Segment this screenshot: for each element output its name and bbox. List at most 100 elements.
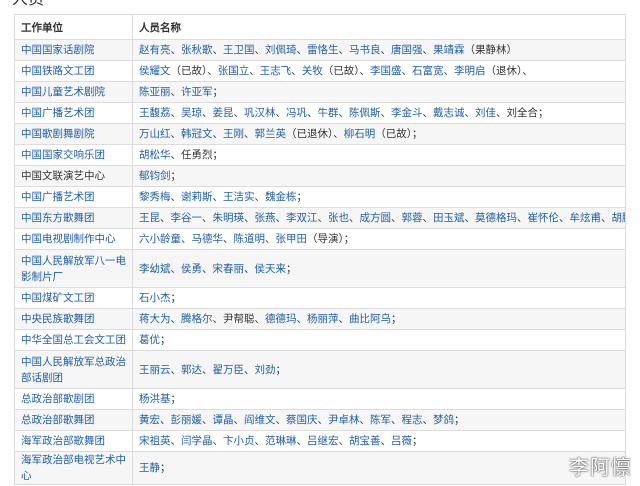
person-link[interactable]: 姜昆 [213,107,234,119]
person-link[interactable]: 腾格尔 [181,313,213,325]
person-link[interactable]: 赵有亮 [139,44,171,56]
person-link[interactable]: 梦鸽 [433,414,454,426]
person-link[interactable]: 田玉斌 [433,212,465,224]
person-link[interactable]: 王丽云 [139,364,171,376]
person-link[interactable]: 魏金栋 [265,191,297,203]
person-link[interactable]: 谭晶 [213,414,234,426]
person-link[interactable]: 谢莉斯 [181,191,213,203]
person-link[interactable]: 王静 [139,462,160,474]
person-link[interactable]: 吕继宏 [307,435,339,447]
person-link[interactable]: 陈道明 [234,233,266,245]
person-link[interactable]: 刘佳 [475,107,496,119]
person-link[interactable]: 冯巩 [286,107,307,119]
person-link[interactable]: 翟万臣 [213,364,245,376]
person-link[interactable]: 王志飞 [260,65,292,77]
person-link[interactable]: 尹卓林 [328,414,360,426]
person-link[interactable]: 曲比阿乌 [349,313,391,325]
person-link[interactable]: 阎维文 [244,414,276,426]
unit-link[interactable]: 中国铁路文工团 [21,65,95,77]
unit-link[interactable]: 中国煤矿文工团 [21,292,95,304]
person-link[interactable]: 郁钧剑 [139,170,171,182]
person-link[interactable]: 张甲田 [276,233,308,245]
person-link[interactable]: 李谷一 [171,212,203,224]
person-link[interactable]: 张国立 [218,65,250,77]
unit-link[interactable]: 总政治部歌舞团 [21,414,95,426]
person-link[interactable]: 黄宏 [139,414,160,426]
unit-link[interactable]: 总政治部歌剧团 [21,393,95,405]
person-link[interactable]: 郭蓉 [402,212,423,224]
person-link[interactable]: 王刚 [223,128,244,140]
person-link[interactable]: 陈亚丽 [139,86,171,98]
person-link[interactable]: 吴琼 [181,107,202,119]
person-link[interactable]: 戴志诚 [433,107,465,119]
person-link[interactable]: 牟炫甫 [570,212,602,224]
person-link[interactable]: 韩冠文 [181,128,213,140]
unit-link[interactable]: 中国国家交响乐团 [21,149,105,161]
person-link[interactable]: 李明启 [454,65,486,77]
person-link[interactable]: 关牧 [302,65,323,77]
person-link[interactable]: 程志 [402,414,423,426]
person-link[interactable]: 石小杰 [139,292,171,304]
person-link[interactable]: 牛群 [318,107,339,119]
unit-link[interactable]: 中国人民解放军总政治部话剧团 [21,356,126,384]
person-link[interactable]: 刘劲 [255,364,276,376]
unit-link[interactable]: 中国国家话剧院 [21,44,95,56]
person-link[interactable]: 成方圆 [360,212,392,224]
person-link[interactable]: 胡鹏 [612,212,625,224]
person-link[interactable]: 莫德格玛 [475,212,517,224]
unit-link[interactable]: 中央民族歌舞团 [21,313,95,325]
person-link[interactable]: 蔡国庆 [286,414,318,426]
person-link[interactable]: 马德华 [192,233,224,245]
person-link[interactable]: 崔怀伦 [528,212,560,224]
person-link[interactable]: 宋春丽 [213,263,245,275]
person-link[interactable]: 陈军 [370,414,391,426]
person-link[interactable]: 范琳琳 [265,435,297,447]
person-link[interactable]: 侯天来 [255,263,287,275]
person-link[interactable]: 刘佩琦 [265,44,297,56]
person-link[interactable]: 李双江 [286,212,318,224]
person-link[interactable]: 李金斗 [391,107,423,119]
person-link[interactable]: 陈佩斯 [349,107,381,119]
person-link[interactable]: 王馥荔 [139,107,171,119]
person-link[interactable]: 王洁实 [223,191,255,203]
unit-link[interactable]: 中国广播艺术团 [21,107,95,119]
person-link[interactable]: 王昆 [139,212,160,224]
person-link[interactable]: 彭丽媛 [171,414,203,426]
person-link[interactable]: 张也 [328,212,349,224]
person-link[interactable]: 闫学晶 [181,435,213,447]
unit-link[interactable]: 中华全国总工会文工团 [21,334,126,346]
person-link[interactable]: 宋祖英 [139,435,171,447]
person-link[interactable]: 杨洪基 [139,393,171,405]
person-link[interactable]: 黎秀梅 [139,191,171,203]
person-link[interactable]: 侯耀文 [139,65,171,77]
person-link[interactable]: 唐国强 [391,44,423,56]
person-link[interactable]: 郭达 [181,364,202,376]
unit-link[interactable]: 中国电视剧制作中心 [21,233,116,245]
person-link[interactable]: 果靖霖 [433,44,465,56]
unit-link[interactable]: 中国广播艺术团 [21,191,95,203]
person-link[interactable]: 胡宝善 [349,435,381,447]
unit-link[interactable]: 海军政治部电视艺术中心 [21,454,126,482]
unit-link[interactable]: 中国东方歌舞团 [21,212,95,224]
person-link[interactable]: 许亚军 [181,86,213,98]
unit-link[interactable]: 中国歌剧舞剧院 [21,128,95,140]
person-link[interactable]: 李幼斌 [139,263,171,275]
person-link[interactable]: 柳石明 [344,128,376,140]
person-link[interactable]: 杨丽萍 [307,313,339,325]
person-link[interactable]: 万山红 [139,128,171,140]
person-link[interactable]: 李国盛 [370,65,402,77]
person-link[interactable]: 六小龄童 [139,233,181,245]
person-link[interactable]: 张燕 [255,212,276,224]
person-link[interactable]: 德德玛 [265,313,297,325]
unit-link[interactable]: 中国人民解放军八一电影制片厂 [21,255,126,283]
person-link[interactable]: 马书良 [349,44,381,56]
unit-link[interactable]: 中国儿童艺术剧院 [21,86,105,98]
person-link[interactable]: 巩汉林 [244,107,276,119]
person-link[interactable]: 吕薇 [391,435,412,447]
person-link[interactable]: 雷恪生 [307,44,339,56]
person-link[interactable]: 郭兰英 [255,128,287,140]
person-link[interactable]: 卞小贞 [223,435,255,447]
person-link[interactable]: 王卫国 [223,44,255,56]
person-link[interactable]: 蒋大为 [139,313,171,325]
person-link[interactable]: 侯勇 [181,263,202,275]
